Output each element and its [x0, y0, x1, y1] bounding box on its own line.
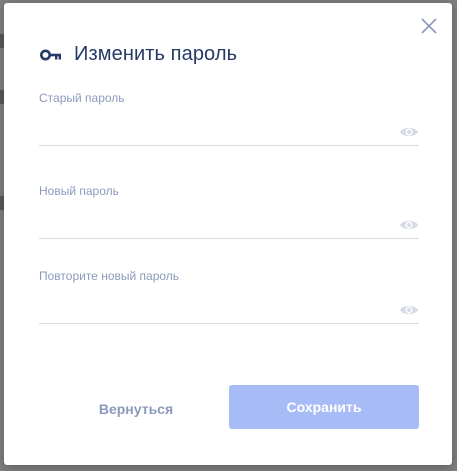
key-icon — [40, 49, 61, 60]
new-password-field: Новый пароль — [39, 184, 419, 239]
close-icon — [421, 18, 437, 34]
repeat-password-row — [39, 289, 419, 324]
close-button[interactable] — [418, 15, 440, 37]
eye-icon[interactable] — [399, 125, 419, 139]
new-password-label: Новый пароль — [39, 184, 119, 198]
old-password-label: Старый пароль — [39, 91, 125, 105]
old-password-field: Старый пароль — [39, 91, 419, 146]
back-button[interactable]: Вернуться — [86, 389, 186, 429]
old-password-row — [39, 111, 419, 146]
old-password-input[interactable] — [39, 111, 383, 145]
new-password-input[interactable] — [39, 204, 383, 238]
repeat-password-label: Повторите новый пароль — [39, 269, 180, 283]
save-button[interactable]: Сохранить — [229, 385, 419, 429]
change-password-dialog: Изменить пароль Старый пароль Новый паро… — [4, 3, 452, 465]
eye-icon[interactable] — [399, 303, 419, 317]
dialog-title: Изменить пароль — [74, 43, 238, 65]
repeat-password-field: Повторите новый пароль — [39, 269, 419, 324]
eye-icon[interactable] — [399, 218, 419, 232]
new-password-row — [39, 204, 419, 239]
dialog-header: Изменить пароль — [40, 43, 237, 66]
repeat-password-input[interactable] — [39, 289, 383, 323]
